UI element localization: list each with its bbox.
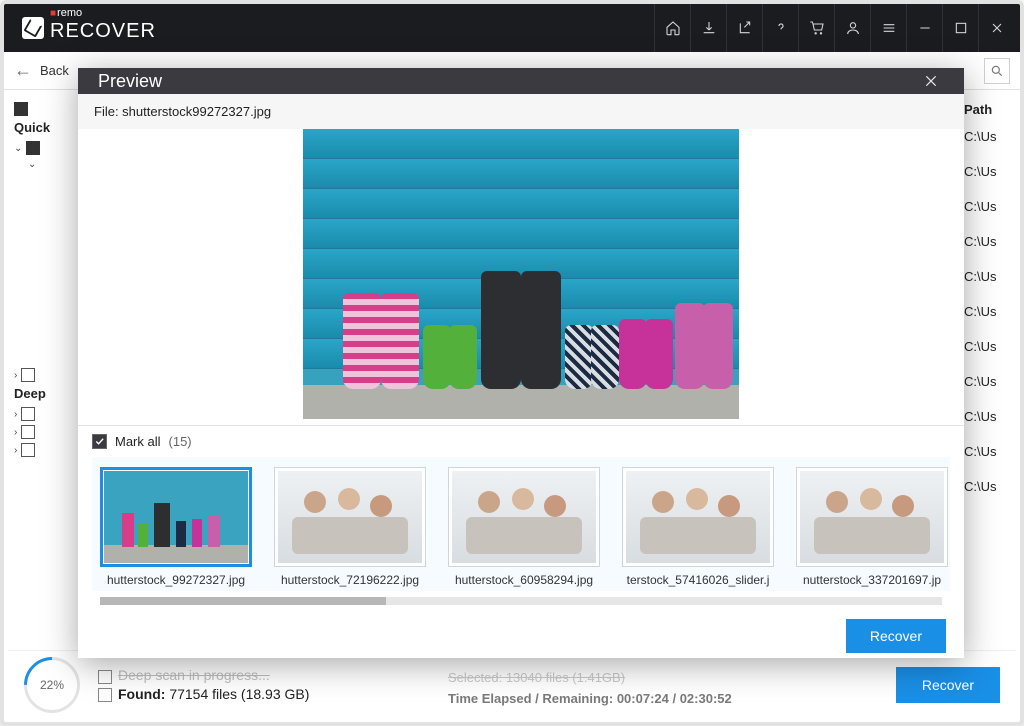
help-icon[interactable] <box>762 4 798 52</box>
chevron-down-icon[interactable]: ⌄ <box>28 159 36 170</box>
user-icon[interactable] <box>834 4 870 52</box>
progress-percent: 22% <box>40 678 64 692</box>
path-cell: C:\Us <box>958 119 1020 154</box>
path-cell: C:\Us <box>958 434 1020 469</box>
selected-line: Selected: 13040 files (1.41GB) <box>448 668 732 689</box>
preview-area <box>78 129 964 425</box>
path-header: Path <box>958 100 1020 119</box>
thumbnail-label: hutterstock_99272327.jpg <box>100 573 252 587</box>
path-cell: C:\Us <box>958 189 1020 224</box>
cart-icon[interactable] <box>798 4 834 52</box>
status-icon <box>98 670 112 684</box>
chevron-down-icon[interactable]: ⌄ <box>14 143 22 154</box>
checkbox-icon[interactable] <box>21 425 35 439</box>
footer-time: Selected: 13040 files (1.41GB) Time Elap… <box>448 668 732 710</box>
thumbnail-scrollbar[interactable] <box>100 597 942 605</box>
path-cell: C:\Us <box>958 259 1020 294</box>
back-label[interactable]: Back <box>40 63 69 78</box>
chevron-right-icon[interactable]: › <box>14 409 17 420</box>
export-icon[interactable] <box>726 4 762 52</box>
modal-close-button[interactable] <box>918 68 944 94</box>
path-column: Path C:\UsC:\UsC:\UsC:\UsC:\UsC:\UsC:\Us… <box>958 90 1020 652</box>
thumbnail-image <box>104 471 248 563</box>
thumbnail-image <box>278 471 422 563</box>
thumbnail-label: hutterstock_60958294.jpg <box>448 573 600 587</box>
thumbnail-item[interactable]: terstock_57416026_slider.j <box>622 467 774 587</box>
path-cell: C:\Us <box>958 399 1020 434</box>
menu-icon[interactable] <box>870 4 906 52</box>
thumbnail-image <box>800 471 944 563</box>
download-icon[interactable] <box>690 4 726 52</box>
thumbnail-label: nutterstock_337201697.jp <box>796 573 948 587</box>
brand-upper: remo <box>50 7 82 19</box>
app-logo-icon <box>22 17 44 39</box>
thumbnail-label: hutterstock_72196222.jpg <box>274 573 426 587</box>
quick-heading: Quick <box>14 120 58 135</box>
file-label: File: shutterstock99272327.jpg <box>78 94 964 129</box>
checkbox-icon[interactable] <box>26 141 40 155</box>
chevron-right-icon[interactable]: › <box>14 427 17 438</box>
close-icon[interactable] <box>978 4 1014 52</box>
footer-status: Deep scan in progress... Found: 77154 fi… <box>98 667 309 702</box>
app-window: remo RECOVER ← Back Quick <box>0 0 1024 726</box>
modal-recover-button[interactable]: Recover <box>846 619 946 653</box>
thumbnail-item[interactable]: hutterstock_60958294.jpg <box>448 467 600 587</box>
checkbox-icon[interactable] <box>21 368 35 382</box>
maximize-icon[interactable] <box>942 4 978 52</box>
mark-all-count: (15) <box>169 434 192 449</box>
path-cell: C:\Us <box>958 329 1020 364</box>
time-label: Time Elapsed / Remaining: <box>448 691 613 706</box>
thumbnail-item[interactable]: hutterstock_72196222.jpg <box>274 467 426 587</box>
checkbox-icon[interactable] <box>14 102 28 116</box>
preview-image <box>303 129 739 419</box>
path-cell: C:\Us <box>958 154 1020 189</box>
found-value: 77154 files (18.93 GB) <box>169 686 309 702</box>
found-label: Found: <box>118 686 165 702</box>
recover-button[interactable]: Recover <box>896 667 1000 703</box>
thumbnail-item[interactable]: hutterstock_99272327.jpg <box>100 467 252 587</box>
checkbox-icon[interactable] <box>21 407 35 421</box>
path-cell: C:\Us <box>958 224 1020 259</box>
titlebar: remo RECOVER <box>4 4 1020 52</box>
mark-all-checkbox[interactable] <box>92 434 107 449</box>
status-icon <box>98 688 112 702</box>
thumbnail-item[interactable]: nutterstock_337201697.jp <box>796 467 948 587</box>
thumbnail-bar: Mark all (15) hutterstock_99272327.jpghu… <box>78 425 964 605</box>
path-cell: C:\Us <box>958 364 1020 399</box>
brand-main: RECOVER <box>50 20 156 42</box>
time-value: 00:07:24 / 02:30:52 <box>617 691 732 706</box>
search-button[interactable] <box>984 58 1010 84</box>
mark-all-label[interactable]: Mark all <box>115 434 161 449</box>
modal-title: Preview <box>98 71 162 92</box>
chevron-right-icon[interactable]: › <box>14 370 17 381</box>
app-logo: remo RECOVER <box>22 5 156 51</box>
home-icon[interactable] <box>654 4 690 52</box>
titlebar-actions <box>654 4 1014 52</box>
checkbox-icon[interactable] <box>21 443 35 457</box>
chevron-right-icon[interactable]: › <box>14 445 17 456</box>
modal-header: Preview <box>78 68 964 94</box>
deep-heading: Deep <box>14 386 58 401</box>
sidebar: Quick ⌄ ⌄ › Deep › › › <box>4 90 68 652</box>
thumbnail-label: terstock_57416026_slider.j <box>622 573 774 587</box>
path-cell: C:\Us <box>958 469 1020 504</box>
thumbnail-image <box>626 471 770 563</box>
back-arrow-icon[interactable]: ← <box>14 60 32 81</box>
minimize-icon[interactable] <box>906 4 942 52</box>
thumbnail-strip[interactable]: hutterstock_99272327.jpg hutterstock_7219… <box>100 467 942 587</box>
path-cell: C:\Us <box>958 294 1020 329</box>
thumbnail-image <box>452 471 596 563</box>
preview-modal: Preview File: shutterstock99272327.jpg <box>78 68 964 658</box>
